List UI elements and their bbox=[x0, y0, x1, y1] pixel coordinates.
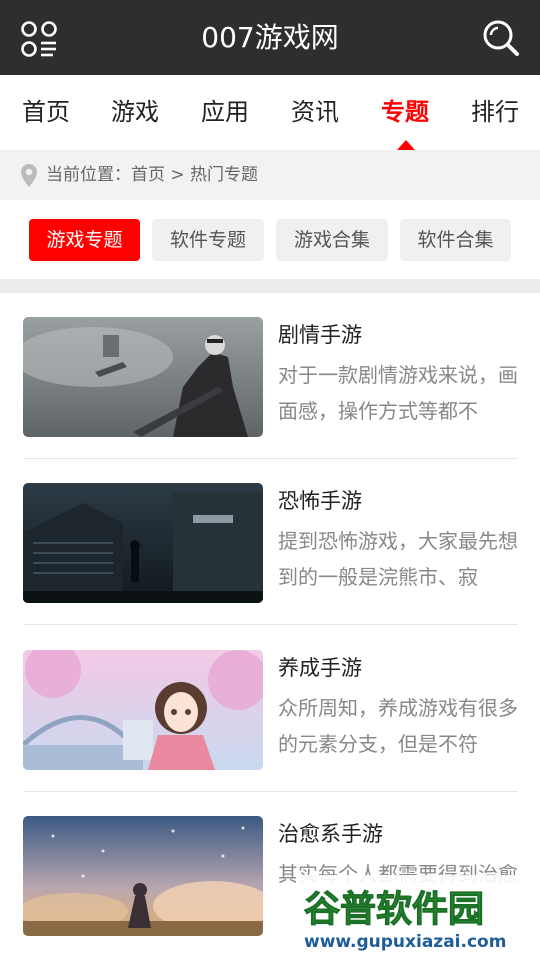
svg-text:谷普软件园: 谷普软件园 bbox=[304, 889, 484, 930]
main-nav: 首页 游戏 应用 资讯 专题 排行 bbox=[0, 75, 540, 150]
topic-description: 对于一款剧情游戏来说，画面感，操作方式等都不 bbox=[278, 363, 518, 423]
tab-apps[interactable]: 应用 bbox=[201, 75, 249, 150]
topic-title[interactable]: 治愈系手游 bbox=[278, 818, 383, 848]
filter-software-topics[interactable]: 软件专题 bbox=[152, 219, 264, 261]
site-title: 007游戏网 bbox=[201, 21, 339, 54]
category-filters: 游戏专题 软件专题 游戏合集 软件合集 bbox=[0, 200, 540, 279]
item-separator bbox=[23, 624, 518, 625]
tab-topics[interactable]: 专题 bbox=[381, 75, 429, 150]
watermark-logo: 谷普软件园 www.gupuxiazai.com bbox=[296, 875, 540, 955]
topic-card-story[interactable]: 剧情手游 对于一款剧情游戏来说，画面感，操作方式等都不 bbox=[23, 293, 518, 459]
tab-home[interactable]: 首页 bbox=[22, 75, 70, 150]
active-tab-indicator bbox=[397, 140, 415, 150]
breadcrumb: 当前位置：首页 > 热门专题 bbox=[0, 150, 540, 200]
topic-card-horror[interactable]: 恐怖手游 提到恐怖游戏，大家最先想到的一般是浣熊市、寂 bbox=[23, 459, 518, 625]
topic-title[interactable]: 恐怖手游 bbox=[278, 485, 362, 515]
svg-text:www.gupuxiazai.com: www.gupuxiazai.com bbox=[304, 932, 506, 952]
section-divider bbox=[0, 279, 540, 293]
location-pin-icon bbox=[20, 163, 38, 189]
topic-thumbnail[interactable] bbox=[23, 317, 263, 437]
top-bar: 007游戏网 bbox=[0, 0, 540, 75]
search-icon[interactable] bbox=[482, 19, 520, 57]
tab-games[interactable]: 游戏 bbox=[111, 75, 159, 150]
topic-title[interactable]: 剧情手游 bbox=[278, 319, 362, 349]
topic-thumbnail[interactable] bbox=[23, 483, 263, 603]
topic-thumbnail[interactable] bbox=[23, 816, 263, 936]
filter-game-topics[interactable]: 游戏专题 bbox=[29, 219, 140, 261]
topic-thumbnail[interactable] bbox=[23, 650, 263, 770]
filter-game-collections[interactable]: 游戏合集 bbox=[276, 219, 388, 261]
tab-news[interactable]: 资讯 bbox=[291, 75, 339, 150]
topic-card-raising[interactable]: 养成手游 众所周知，养成游戏有很多的元素分支，但是不符 bbox=[23, 626, 518, 792]
tab-rankings[interactable]: 排行 bbox=[471, 75, 519, 150]
filter-software-collections[interactable]: 软件合集 bbox=[400, 219, 511, 261]
breadcrumb-text: 当前位置：首页 > 热门专题 bbox=[46, 165, 259, 185]
topic-title[interactable]: 养成手游 bbox=[278, 652, 362, 682]
topic-description: 提到恐怖游戏，大家最先想到的一般是浣熊市、寂 bbox=[278, 529, 518, 589]
topic-description: 众所周知，养成游戏有很多的元素分支，但是不符 bbox=[278, 696, 518, 756]
